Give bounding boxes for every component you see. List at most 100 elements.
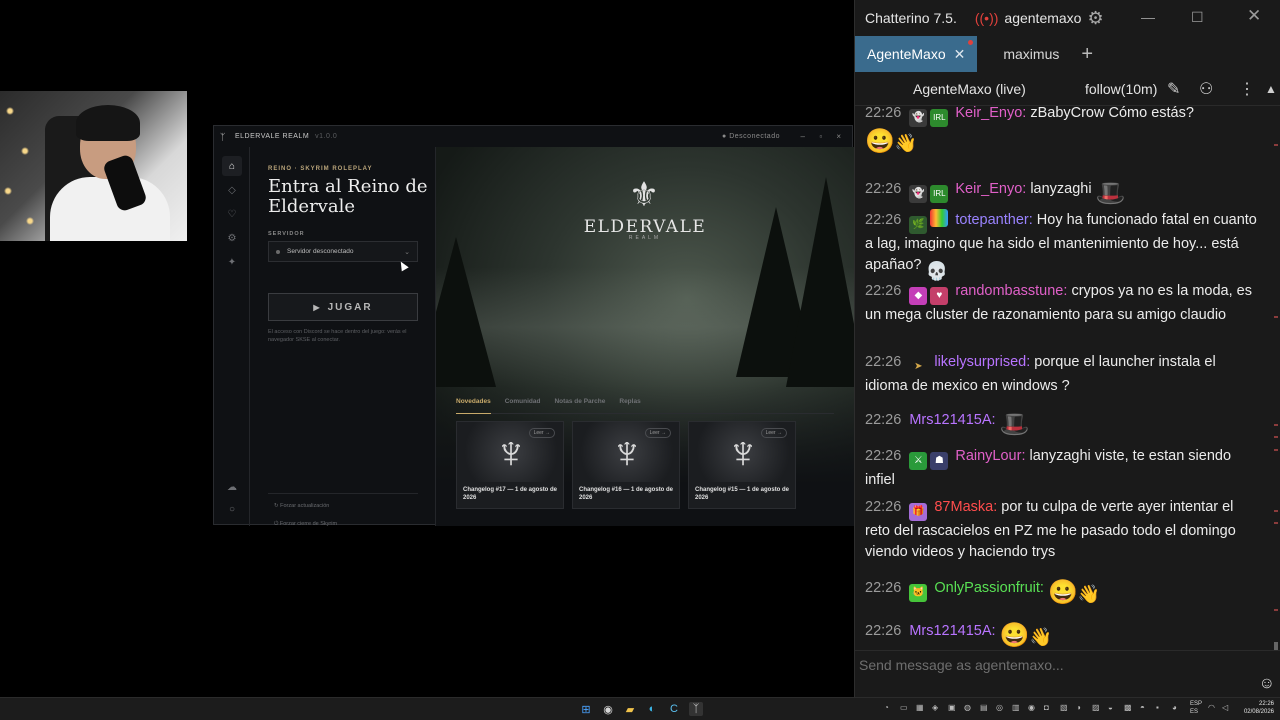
chatterino-titlebar: Chatterino 7.5. ((•)) agentemaxo ⚙ — ☐ ✕ bbox=[855, 0, 1280, 36]
tray-icon[interactable]: ◓ bbox=[1140, 703, 1145, 712]
tray-icon[interactable]: ◍ bbox=[964, 703, 971, 712]
gear-icon[interactable]: ⚙ bbox=[1087, 8, 1103, 29]
nav-news-icon[interactable]: ◇ bbox=[222, 180, 242, 200]
taskbar-app-icon[interactable]: ◉ bbox=[601, 702, 615, 716]
message-username[interactable]: Keir_Enyo: bbox=[955, 106, 1026, 121]
rainbow-badge-icon bbox=[930, 209, 949, 227]
message-username[interactable]: Keir_Enyo: bbox=[955, 181, 1026, 197]
tray-icon[interactable]: ▤ bbox=[980, 703, 988, 712]
message-input[interactable]: Send message as agentemaxo... ☺ bbox=[855, 650, 1280, 697]
minimize-icon[interactable]: — bbox=[1141, 9, 1155, 25]
launcher-taskbar-icon[interactable]: ᛉ bbox=[689, 702, 703, 716]
chat-message[interactable]: 22:26 👻 IRL Keir_Enyo: zBabyCrow Cómo est… bbox=[865, 106, 1261, 157]
message-text: lanyzaghi bbox=[1030, 181, 1092, 197]
nav-favorites-icon[interactable]: ♡ bbox=[222, 204, 242, 224]
chat-message[interactable]: 22:26 Mrs121415A: 😀👋 bbox=[865, 621, 1261, 650]
news-card[interactable]: ♆ Leer → Changelog #15 — 1 de agosto de … bbox=[688, 421, 796, 509]
system-clock[interactable]: 22:26 02/08/2026 bbox=[1238, 700, 1274, 716]
nav-mods-icon[interactable]: ✦ bbox=[222, 252, 242, 272]
force-close-link[interactable]: ⏻ Forzar cierre de Skyrim bbox=[274, 521, 337, 528]
tray-icon[interactable]: ◔ bbox=[884, 703, 889, 712]
tray-icon[interactable]: ◈ bbox=[932, 703, 938, 712]
force-close-label: Forzar cierre de Skyrim bbox=[279, 521, 338, 527]
nav-settings-icon[interactable]: ⚙ bbox=[222, 228, 242, 248]
chat-message[interactable]: 22:26 🐱 OnlyPassionfruit: 😀👋 bbox=[865, 578, 1261, 608]
force-update-link[interactable]: ↻ Forzar actualización bbox=[274, 503, 329, 509]
tray-icon[interactable]: ◑ bbox=[1076, 703, 1081, 712]
edge-browser-icon[interactable]: ◐ bbox=[645, 702, 659, 716]
language-indicator[interactable]: ESP ES bbox=[1190, 700, 1202, 716]
scrollbar-thumb[interactable] bbox=[1274, 642, 1278, 650]
chat-scrollbar[interactable] bbox=[1272, 106, 1280, 650]
close-icon[interactable]: × bbox=[830, 132, 848, 141]
tab-maximus[interactable]: maximus bbox=[977, 36, 1071, 72]
message-username[interactable]: likelysurprised: bbox=[934, 354, 1030, 370]
chat-message[interactable]: 22:26 ⚔ ☗ RainyLour: lanyzaghi viste, te … bbox=[865, 446, 1261, 491]
wifi-icon[interactable]: ◠ bbox=[1208, 703, 1215, 712]
more-options-icon[interactable]: ⋮ bbox=[1239, 79, 1255, 99]
tray-icon[interactable]: ◘ bbox=[1044, 703, 1049, 712]
message-username[interactable]: Mrs121415A: bbox=[909, 412, 995, 428]
chevron-up-icon[interactable]: ▲ bbox=[1265, 82, 1277, 96]
chatterino-app-title: Chatterino 7.5. bbox=[865, 10, 957, 26]
smiley-emote-icon: 😀 bbox=[1048, 579, 1078, 606]
tab-novedades[interactable]: Novedades bbox=[456, 398, 491, 414]
nav-support-icon[interactable]: ☁ bbox=[222, 477, 242, 497]
maximize-icon[interactable]: ☐ bbox=[1191, 9, 1204, 26]
tray-icon[interactable]: ◉ bbox=[1028, 703, 1035, 712]
play-button[interactable]: ▶ JUGAR bbox=[268, 293, 418, 321]
nav-power-icon[interactable]: ○ bbox=[222, 499, 242, 519]
users-icon[interactable]: ⚇ bbox=[1199, 79, 1213, 99]
tab-agentemaxo[interactable]: AgenteMaxo ✕ bbox=[855, 36, 978, 72]
chat-message[interactable]: 22:26 🌿 totepanther: Hoy ha funcionado f… bbox=[865, 209, 1261, 285]
message-username[interactable]: randombasstune: bbox=[955, 283, 1067, 299]
chat-message[interactable]: 22:26 🎁 87Maska: por tu culpa de verte a… bbox=[865, 497, 1261, 562]
file-explorer-icon[interactable]: ▰ bbox=[623, 702, 637, 716]
tray-icon[interactable]: ▩ bbox=[1124, 703, 1132, 712]
moderation-icon[interactable]: ✎ bbox=[1167, 79, 1180, 99]
chatterino-taskbar-icon[interactable]: C bbox=[667, 702, 681, 716]
news-card[interactable]: ♆ Leer → Changelog #16 — 1 de agosto de … bbox=[572, 421, 680, 509]
tray-icon[interactable]: ▪ bbox=[1156, 703, 1159, 712]
minimize-icon[interactable]: – bbox=[794, 132, 812, 141]
tab-agentemaxo-label: AgenteMaxo bbox=[867, 46, 946, 62]
tray-icon[interactable]: ◎ bbox=[996, 703, 1003, 712]
news-card[interactable]: ♆ Leer → Changelog #17 — 1 de agosto de … bbox=[456, 421, 564, 509]
tray-icon[interactable]: ▣ bbox=[948, 703, 956, 712]
account-name[interactable]: agentemaxo bbox=[1004, 10, 1081, 26]
tray-icon[interactable]: ▦ bbox=[916, 703, 924, 712]
message-username[interactable]: totepanther: bbox=[955, 212, 1032, 228]
emoji-picker-icon[interactable]: ☺ bbox=[1259, 675, 1275, 693]
close-icon[interactable]: ✕ bbox=[1247, 6, 1261, 26]
tray-icon[interactable]: ◕ bbox=[1172, 703, 1177, 712]
follow-mode[interactable]: follow(10m) bbox=[1085, 81, 1157, 97]
close-tab-icon[interactable]: ✕ bbox=[954, 46, 966, 63]
chat-message[interactable]: 22:26 👻 IRL Keir_Enyo: lanyzaghi 🎩 bbox=[865, 179, 1261, 208]
tray-icon[interactable]: ◒ bbox=[1108, 703, 1113, 712]
add-tab-icon[interactable]: + bbox=[1071, 36, 1103, 72]
tab-comunidad[interactable]: Comunidad bbox=[505, 398, 541, 413]
smiley-emote-icon: 😀 bbox=[865, 128, 895, 155]
maximize-icon[interactable]: ▫ bbox=[812, 132, 830, 141]
tray-icon[interactable]: ▧ bbox=[1060, 703, 1068, 712]
server-label: SERVIDOR bbox=[268, 231, 305, 237]
windows-start-icon[interactable]: ⊞ bbox=[579, 702, 593, 716]
chat-message[interactable]: 22:26 ◆ ♥ randombasstune: crypos ya no es… bbox=[865, 281, 1261, 326]
tab-replas[interactable]: Replas bbox=[619, 398, 640, 413]
message-username[interactable]: RainyLour: bbox=[955, 448, 1025, 464]
message-username[interactable]: 87Maska: bbox=[934, 499, 997, 515]
message-text: zBabyCrow Cómo estás? bbox=[1030, 106, 1194, 121]
server-select[interactable]: Servidor desconectado ⌄ bbox=[268, 241, 418, 262]
home-icon[interactable]: ⌂ bbox=[222, 156, 242, 176]
chat-message[interactable]: 22:26 ➤ likelysurprised: porque el launc… bbox=[865, 352, 1261, 397]
plant-badge-icon: 🌿 bbox=[909, 216, 928, 234]
tray-icon[interactable]: ▥ bbox=[1012, 703, 1020, 712]
chat-message[interactable]: 22:26 Mrs121415A: 🎩 bbox=[865, 410, 1261, 439]
message-username[interactable]: Mrs121415A: bbox=[909, 623, 995, 639]
message-username[interactable]: OnlyPassionfruit: bbox=[934, 580, 1044, 596]
channel-label[interactable]: AgenteMaxo (live) bbox=[913, 81, 1026, 97]
tray-icon[interactable]: ▨ bbox=[1092, 703, 1100, 712]
tray-icon[interactable]: ▭ bbox=[900, 703, 908, 712]
tab-notas-de-parche[interactable]: Notas de Parche bbox=[554, 398, 605, 413]
volume-icon[interactable]: ◁ bbox=[1222, 703, 1228, 712]
